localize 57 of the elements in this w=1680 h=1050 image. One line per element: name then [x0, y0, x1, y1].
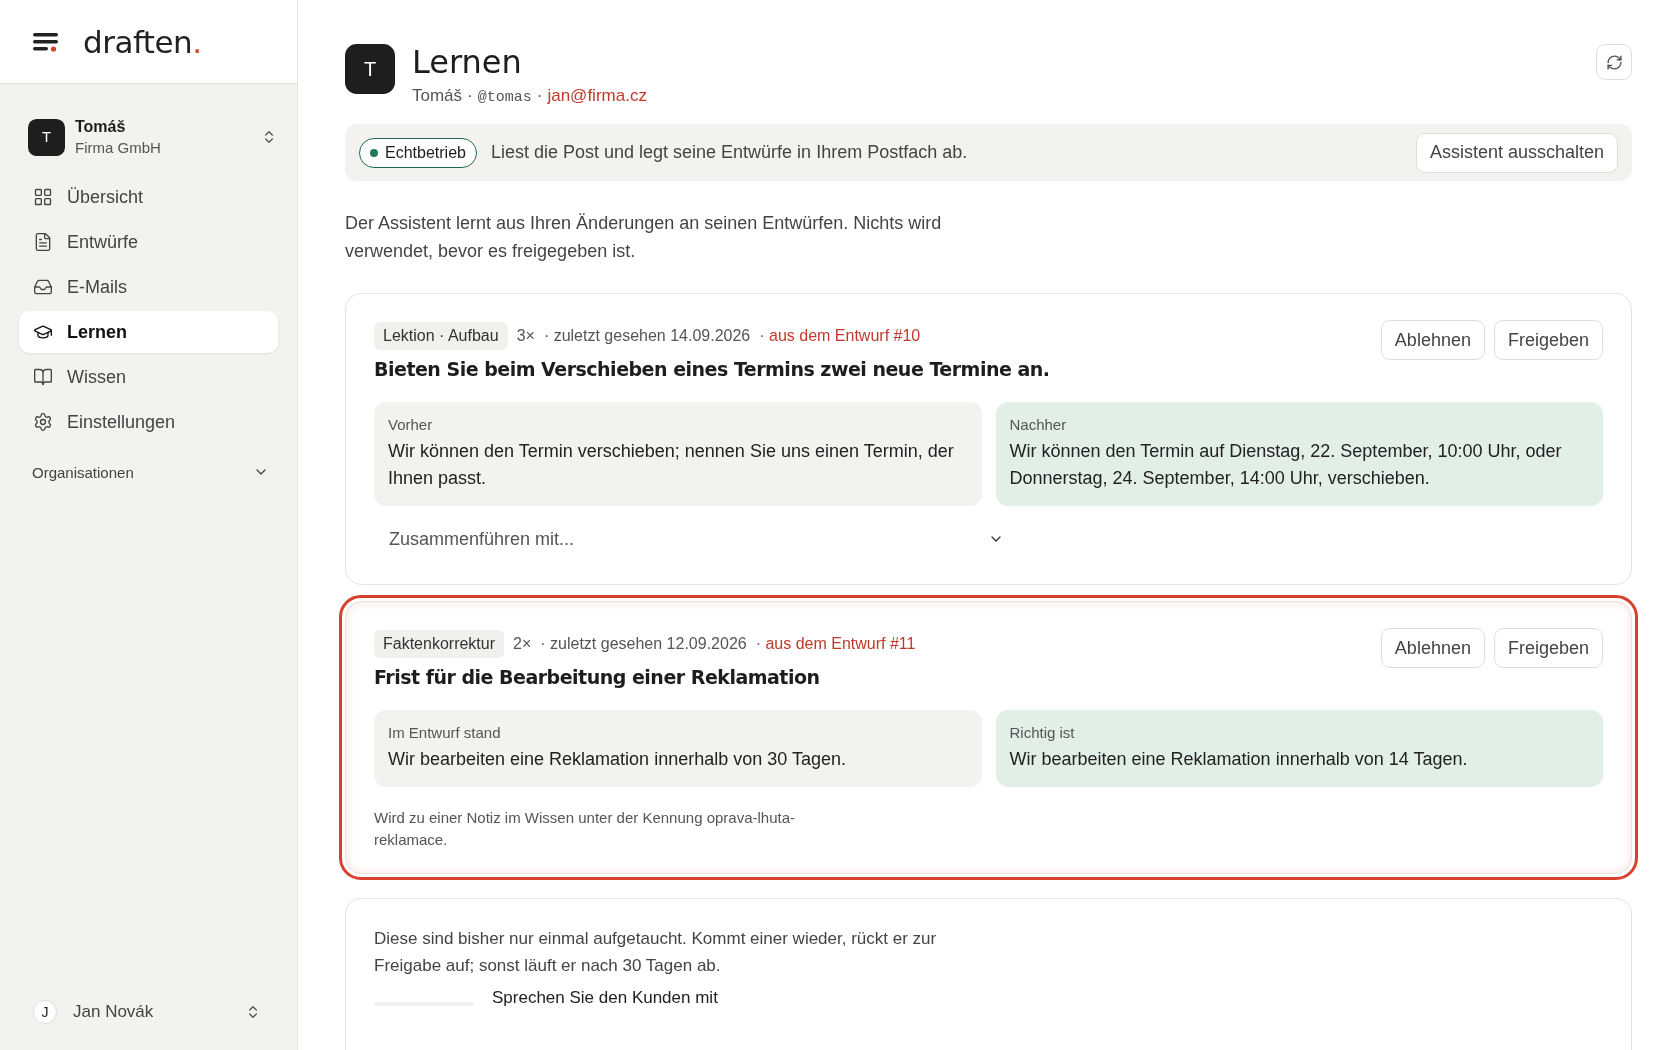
workspace-name: Tomáš [75, 118, 127, 136]
profile-name: Tomáš [412, 86, 463, 106]
status-badge: Echtbetrieb [359, 137, 477, 168]
after-text: Wir können den Termin auf Dienstag, 22. September, 10:00 Uhr, oder Donnerstag, 24. September, 14:00 Uhr, verschieben. [1009, 440, 1563, 490]
nav-item[interactable]: Wissen [19, 356, 278, 398]
section-toggle[interactable]: Organisationen [32, 457, 269, 487]
logo: draften. [83, 23, 202, 60]
disable-button[interactable]: Assistent ausschalten [1415, 132, 1618, 173]
menu-icon[interactable] [33, 31, 59, 52]
lesson-count: 2× [513, 635, 532, 653]
user-name[interactable]: Jan Novák [73, 1002, 229, 1022]
lesson-tag: Lektion · Aufbau [374, 322, 508, 350]
approve-button[interactable]: Freigeben [1493, 320, 1603, 360]
reject-button[interactable]: Ablehnen [1380, 320, 1485, 360]
workspace-org: Firma GmbH [75, 139, 162, 156]
last-seen: · zuletzt gesehen 12.09.2026 [540, 635, 747, 653]
document-icon [33, 232, 53, 252]
nav-item[interactable]: Entwürfe [19, 221, 278, 263]
lesson-title: Bieten Sie beim Verschieben eines Termins zwei neue Termine an. [374, 358, 1051, 380]
user-avatar: J [33, 1000, 57, 1024]
email-link[interactable]: jan@firma.cz [547, 86, 647, 106]
workspace-avatar: T [28, 118, 65, 156]
pending-text: Diese sind bisher nur einmal aufgetaucht. Kommt einer wieder, rückt er zur Freigabe auf; sonst läuft er nach 30 Tagen ab. [374, 928, 938, 977]
reject-button[interactable]: Ablehnen [1380, 628, 1485, 668]
source-link[interactable]: · aus dem Entwurf #10 [759, 327, 921, 345]
pending-item: Sprechen Sie den Kunden mit [492, 989, 718, 1006]
nav-item[interactable]: Einstellungen [19, 401, 278, 443]
book-icon [33, 367, 53, 387]
refresh-icon [1605, 53, 1623, 71]
before-text: Wir können den Termin verschieben; nennen Sie uns einen Termin, der Ihnen passt. [388, 440, 955, 490]
profile-avatar: T [345, 44, 395, 94]
intro-text: Der Assistent lernt aus Ihren Änderungen an seinen Entwürfen. Nichts wird verwendet, bevor es freigegeben ist. [345, 212, 943, 263]
separator: · [467, 86, 473, 106]
source-link[interactable]: · aus dem Entwurf #11 [755, 635, 916, 653]
lesson-title: Frist für die Bearbeitung einer Reklamation [374, 666, 821, 688]
profile-handle: @tomas [477, 89, 532, 106]
before-label: Im Entwurf stand [388, 724, 502, 741]
inbox-icon [33, 277, 53, 297]
lesson-tag: Faktenkorrektur [374, 630, 505, 658]
settings-icon [33, 412, 53, 432]
after-label: Nachher [1009, 416, 1068, 433]
nav-item[interactable]: E-Mails [19, 266, 278, 308]
after-label: Richtig ist [1009, 724, 1076, 741]
grid-icon [33, 187, 53, 207]
nav-item[interactable]: Lernen [19, 311, 278, 353]
before-label: Vorher [388, 416, 434, 433]
after-text: Wir bearbeiten eine Reklamation innerhalb von 14 Tagen. [1009, 748, 1469, 771]
refresh-button[interactable] [1596, 44, 1632, 80]
approve-button[interactable]: Freigeben [1493, 628, 1603, 668]
note-text: Wird zu einer Notiz im Wissen unter der Kennung oprava-lhuta-reklamace. [374, 808, 797, 850]
separator: · [536, 86, 543, 106]
last-seen: · zuletzt gesehen 14.09.2026 [543, 327, 751, 345]
status-text: Liest die Post und legt seine Entwürfe in Ihrem Postfach ab. [490, 142, 969, 163]
page-title: Lernen [412, 44, 523, 80]
nav-item[interactable]: Übersicht [19, 176, 278, 218]
before-text: Wir bearbeiten eine Reklamation innerhalb von 30 Tagen. [388, 748, 847, 771]
lesson-count: 3× [516, 327, 535, 345]
